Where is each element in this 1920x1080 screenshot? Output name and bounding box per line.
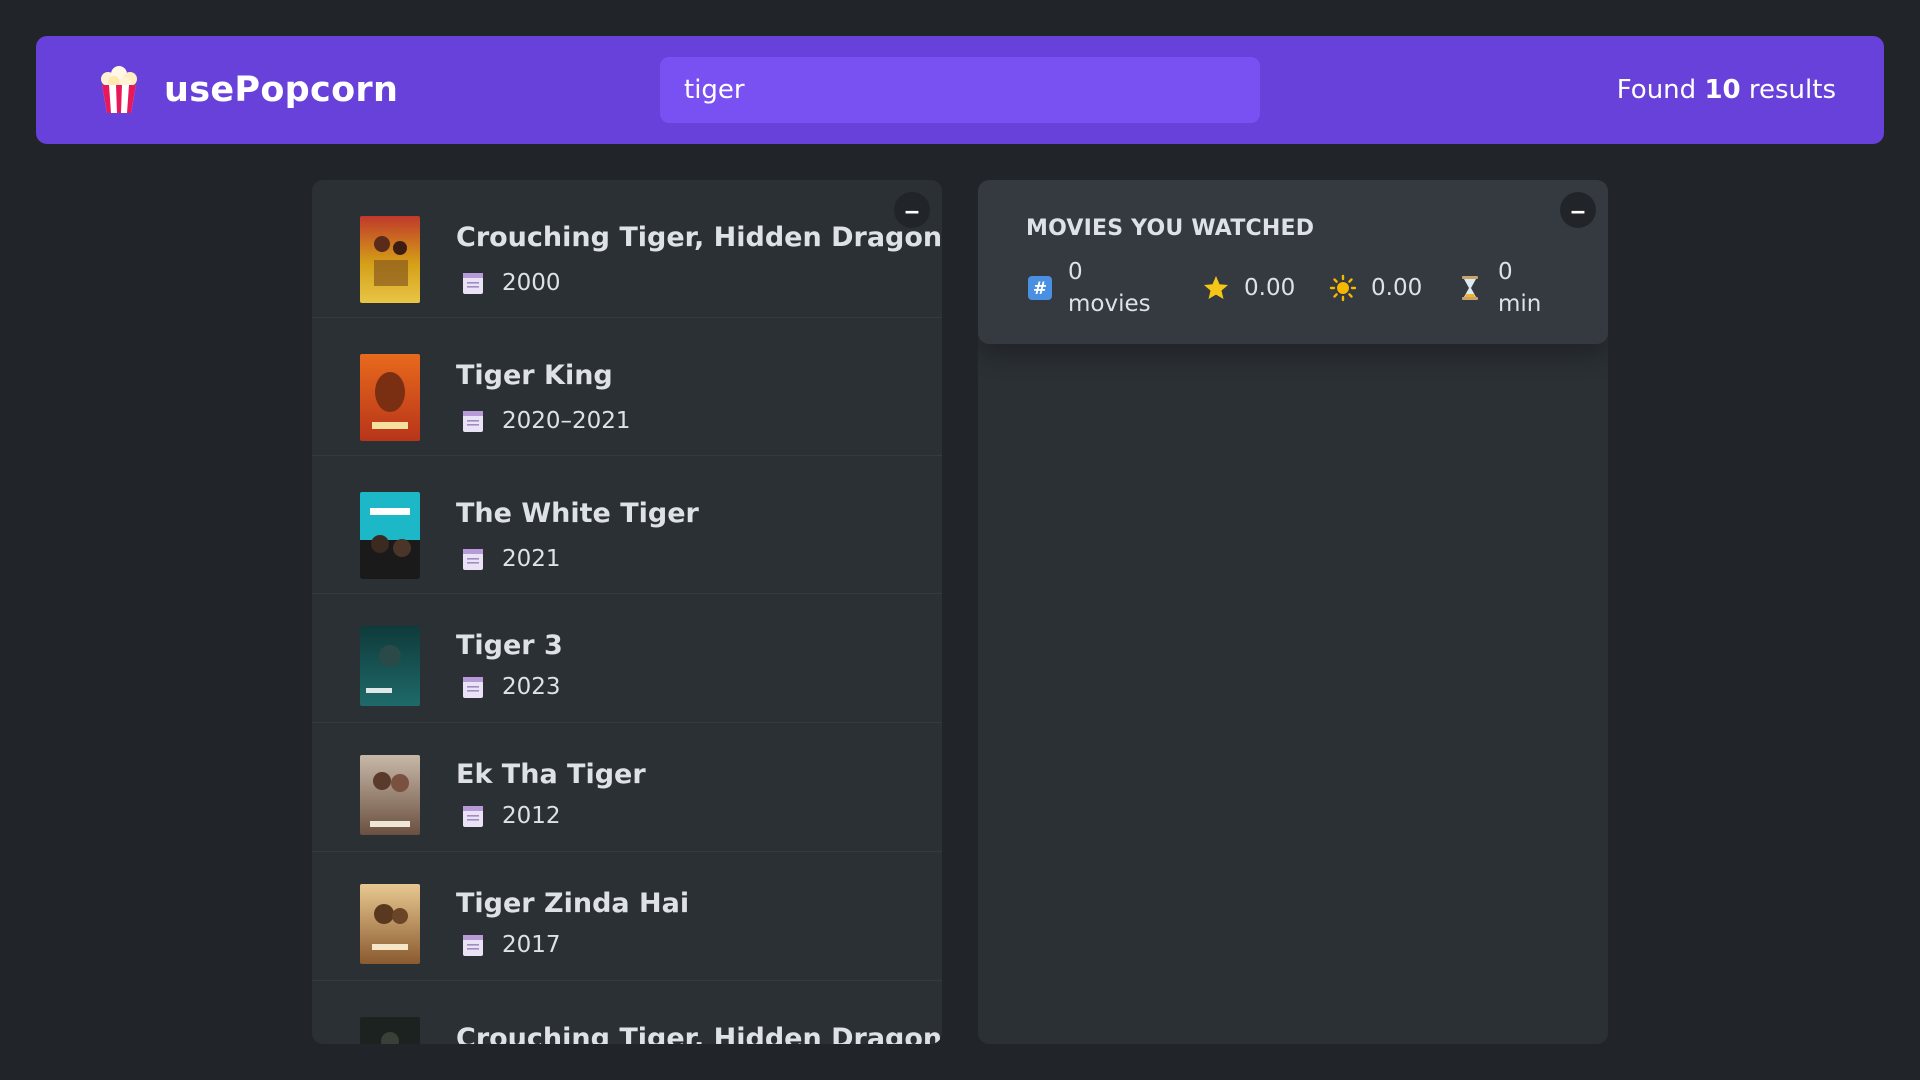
movie-item[interactable]: Crouching Tiger, Hidden Dragon:: [312, 981, 942, 1044]
search-input[interactable]: [660, 57, 1260, 123]
movie-title: Tiger King: [456, 360, 613, 391]
movie-poster: [360, 884, 420, 964]
hash-icon: #: [1028, 276, 1052, 300]
app-title: usePopcorn: [164, 70, 399, 110]
movie-item[interactable]: Crouching Tiger, Hidden Dragon 2000: [312, 180, 942, 318]
movie-poster: [360, 626, 420, 706]
watched-box: – Movies you watched # 0 movies 0.00 0.00…: [978, 180, 1608, 1044]
calendar-icon: [463, 677, 483, 698]
popcorn-icon: [101, 66, 137, 113]
watched-summary: Movies you watched # 0 movies 0.00 0.00 0…: [978, 180, 1608, 344]
stat-imdb-rating: 0.00: [1202, 274, 1329, 302]
movie-title: Crouching Tiger, Hidden Dragon: [456, 222, 942, 253]
movie-item[interactable]: Tiger King 2020–2021: [312, 318, 942, 456]
summary-heading: Movies you watched: [1026, 216, 1315, 241]
movie-item[interactable]: Ek Tha Tiger 2012: [312, 723, 942, 852]
movie-year: 2000: [502, 270, 561, 296]
movie-year-row: 2021: [462, 546, 561, 572]
logo: usePopcorn: [96, 65, 398, 115]
movie-item[interactable]: Tiger 3 2023: [312, 594, 942, 723]
movie-title: Tiger 3: [456, 630, 563, 661]
movie-year-row: 2012: [462, 803, 561, 829]
movie-title: Ek Tha Tiger: [456, 759, 646, 790]
movie-list: Crouching Tiger, Hidden Dragon 2000 Tige…: [312, 180, 942, 1044]
movie-year: 2020–2021: [502, 408, 631, 434]
stat-user-rating: 0.00: [1329, 274, 1456, 302]
movie-year: 2012: [502, 803, 561, 829]
calendar-icon: [463, 806, 483, 827]
movie-year: 2021: [502, 546, 561, 572]
movie-title: Tiger Zinda Hai: [456, 888, 690, 919]
search-results-box: – Crouching Tiger, Hidden Dragon 2000 Ti…: [312, 180, 942, 1044]
collapse-results-button[interactable]: –: [894, 192, 930, 228]
movie-poster: [360, 216, 420, 303]
movie-year: 2023: [502, 674, 561, 700]
movie-item[interactable]: The White Tiger 2021: [312, 456, 942, 594]
svg-text:#: #: [1033, 279, 1047, 299]
movie-item[interactable]: Tiger Zinda Hai 2017: [312, 852, 942, 981]
movie-year-row: 2017: [462, 932, 561, 958]
movie-year-row: 2020–2021: [462, 408, 631, 434]
movie-poster: [360, 1017, 420, 1044]
collapse-watched-button[interactable]: –: [1560, 192, 1596, 228]
hourglass-icon: [1462, 276, 1478, 300]
movie-poster: [360, 492, 420, 579]
movie-poster: [360, 755, 420, 835]
calendar-icon: [463, 549, 483, 570]
calendar-icon: [463, 935, 483, 956]
movie-title: The White Tiger: [456, 498, 699, 529]
movie-title: Crouching Tiger, Hidden Dragon:: [456, 1023, 942, 1044]
sun-icon: [1329, 274, 1357, 302]
stat-runtime: 0 min: [1456, 256, 1541, 320]
star-icon: [1204, 276, 1228, 299]
calendar-icon: [463, 273, 483, 294]
movie-year: 2017: [502, 932, 561, 958]
navbar: usePopcorn Found 10 results: [36, 36, 1884, 144]
calendar-icon: [463, 411, 483, 432]
summary-stats: # 0 movies 0.00 0.00 0 min: [1026, 256, 1541, 320]
movie-year-row: 2000: [462, 270, 561, 296]
results-count: Found 10 results: [1616, 75, 1836, 105]
movie-year-row: 2023: [462, 674, 561, 700]
results-number: 10: [1704, 75, 1741, 105]
stat-movies-count: # 0 movies: [1026, 256, 1202, 320]
movie-poster: [360, 354, 420, 441]
